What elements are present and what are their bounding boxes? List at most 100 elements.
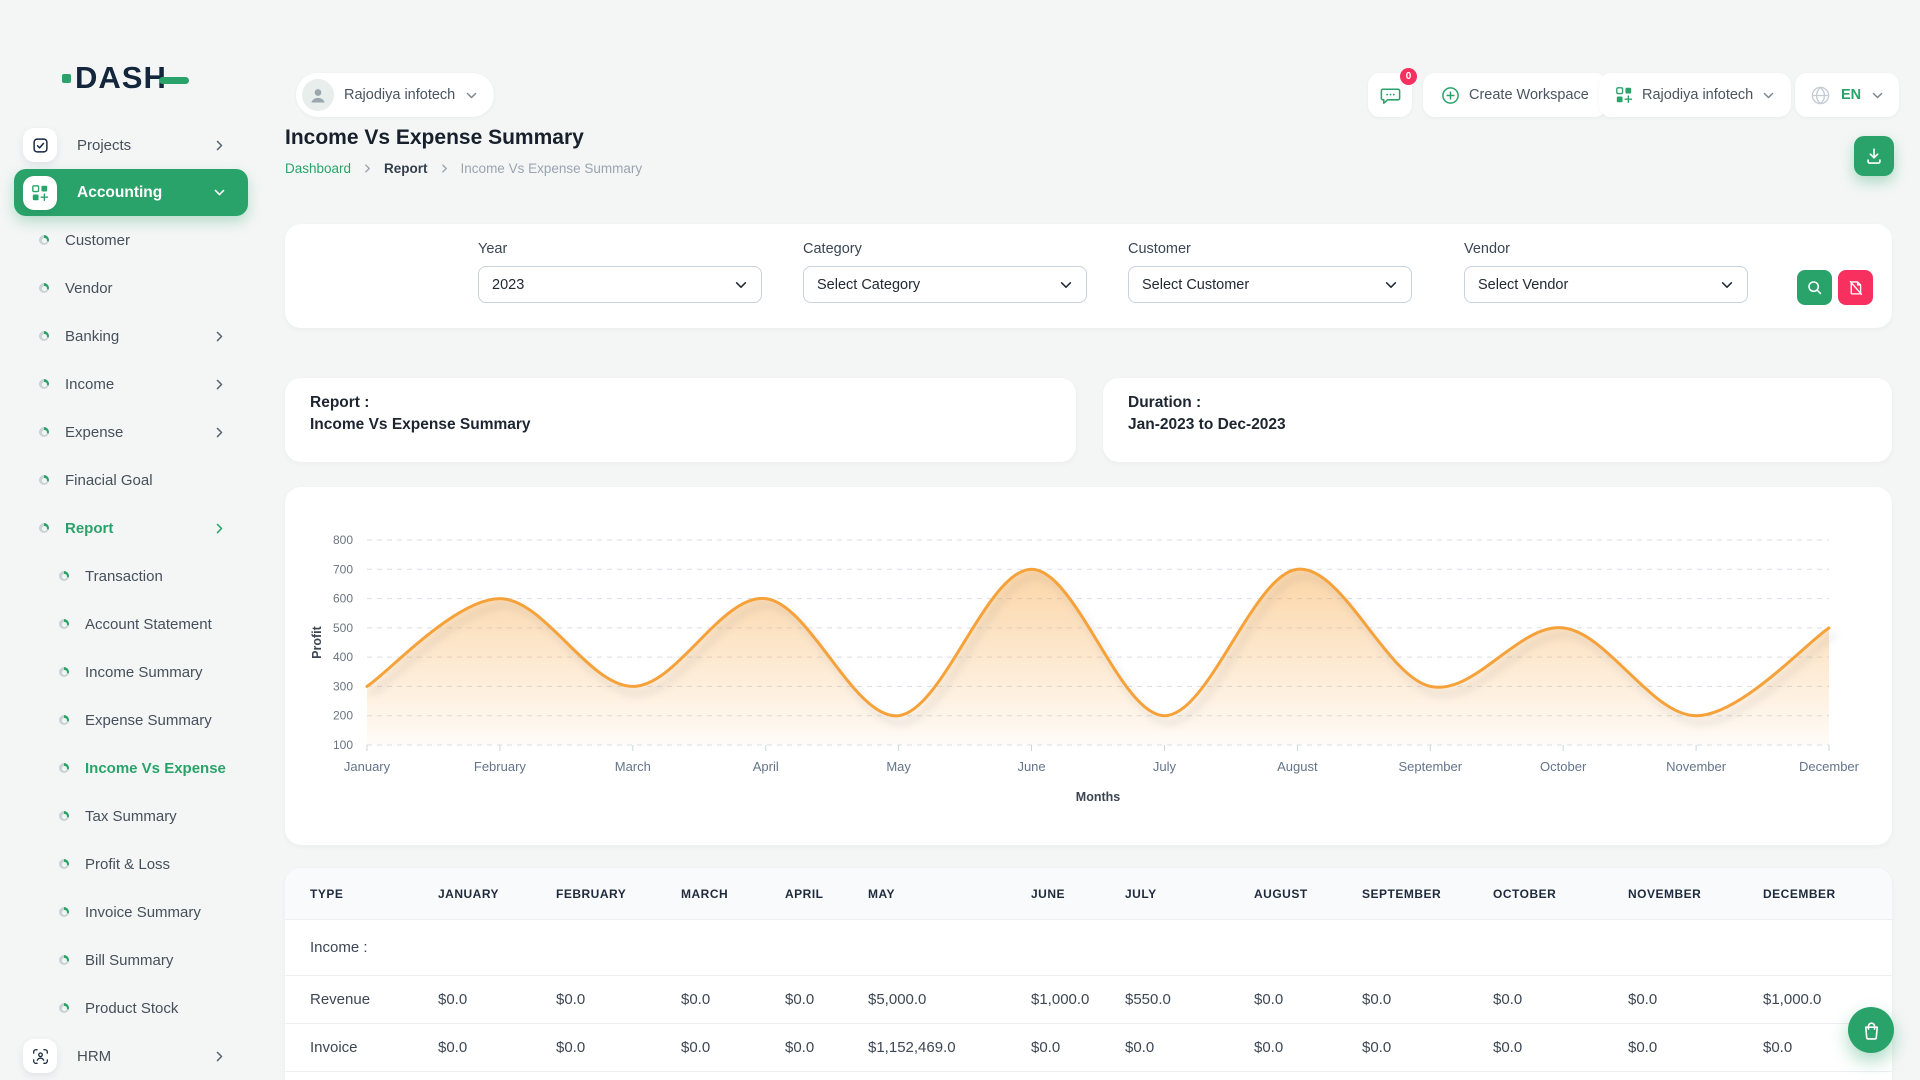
sidebar-item-hrm[interactable]: HRM xyxy=(0,1032,262,1080)
sidebar-item-account-statement[interactable]: Account Statement xyxy=(0,600,262,648)
company-name: Rajodiya infotech xyxy=(1642,87,1753,103)
sidebar-item-label: Finacial Goal xyxy=(65,472,153,489)
svg-text:700: 700 xyxy=(333,562,353,576)
svg-text:600: 600 xyxy=(333,592,353,606)
logo-dot-icon xyxy=(62,74,71,83)
table-cell xyxy=(1361,1072,1492,1080)
table-cell: $0.0 xyxy=(1253,976,1361,1024)
sidebar-item-label: Accounting xyxy=(77,184,162,202)
vendor-label: Vendor xyxy=(1464,241,1748,257)
sidebar-item-finacial-goal[interactable]: Finacial Goal xyxy=(0,456,262,504)
column-header: NOVEMBER xyxy=(1627,868,1762,920)
bullet-icon xyxy=(59,859,69,869)
sidebar-item-income[interactable]: Income xyxy=(0,360,262,408)
page-title: Income Vs Expense Summary xyxy=(285,126,584,150)
sidebar-item-product-stock[interactable]: Product Stock xyxy=(0,984,262,1032)
search-icon xyxy=(1806,279,1823,296)
sidebar-item-projects[interactable]: Projects xyxy=(0,121,262,169)
sidebar-item-tax-summary[interactable]: Tax Summary xyxy=(0,792,262,840)
bullet-icon xyxy=(39,475,49,485)
sidebar-item-label: Vendor xyxy=(65,280,113,297)
vendor-filter: Vendor Select Vendor xyxy=(1464,241,1748,303)
sidebar-item-report[interactable]: Report xyxy=(0,504,262,552)
year-value: 2023 xyxy=(492,277,524,293)
category-filter: Category Select Category xyxy=(803,241,1087,303)
workspace-selector[interactable]: Rajodiya infotech xyxy=(296,73,494,117)
year-select[interactable]: 2023 xyxy=(478,266,762,303)
duration-card-value: Jan-2023 to Dec-2023 xyxy=(1128,416,1286,434)
table-cell: $0.0 xyxy=(1492,976,1627,1024)
table-cell: $1,152,469.0 xyxy=(867,1024,1030,1072)
sidebar-item-vendor[interactable]: Vendor xyxy=(0,264,262,312)
bullet-icon xyxy=(59,955,69,965)
sidebar-item-profit-loss[interactable]: Profit & Loss xyxy=(0,840,262,888)
table-cell: $0.0 xyxy=(1627,976,1762,1024)
sidebar-item-income-summary[interactable]: Income Summary xyxy=(0,648,262,696)
sidebar-item-transaction[interactable]: Transaction xyxy=(0,552,262,600)
table-cell xyxy=(680,1072,784,1080)
table-cell xyxy=(1627,920,1762,976)
sidebar-item-expense-summary[interactable]: Expense Summary xyxy=(0,696,262,744)
svg-text:June: June xyxy=(1017,759,1045,774)
svg-text:300: 300 xyxy=(333,679,353,693)
filter-panel: Year 2023 Category Select Category Custo… xyxy=(285,224,1892,328)
svg-text:January: January xyxy=(344,759,391,774)
table-cell: $0.0 xyxy=(1361,1024,1492,1072)
sidebar-item-accounting[interactable]: Accounting xyxy=(14,169,248,216)
svg-text:Profit: Profit xyxy=(310,625,324,658)
sidebar-item-income-vs-expense[interactable]: Income Vs Expense xyxy=(0,744,262,792)
table-cell: $550.0 xyxy=(1124,976,1253,1024)
sidebar-item-label: Projects xyxy=(77,137,131,154)
clear-filter-icon xyxy=(1847,279,1864,296)
svg-text:February: February xyxy=(474,759,527,774)
breadcrumb-dashboard[interactable]: Dashboard xyxy=(285,161,351,176)
globe-icon xyxy=(1810,85,1831,106)
chevron-down-icon xyxy=(1871,89,1884,102)
bullet-icon xyxy=(59,907,69,917)
brand-logo[interactable]: DASH xyxy=(62,60,189,96)
reset-filter-button[interactable] xyxy=(1838,270,1873,305)
chevron-down-icon xyxy=(465,89,478,102)
sidebar-item-invoice-summary[interactable]: Invoice Summary xyxy=(0,888,262,936)
sidebar-item-label: Banking xyxy=(65,328,119,345)
table-cell: Invoice xyxy=(285,1024,437,1072)
table-cell: $0.0 xyxy=(437,1024,555,1072)
svg-text:November: November xyxy=(1666,759,1727,774)
company-selector[interactable]: Rajodiya infotech xyxy=(1599,73,1791,117)
bullet-icon xyxy=(39,427,49,437)
download-report-button[interactable] xyxy=(1854,136,1894,176)
svg-text:September: September xyxy=(1398,759,1462,774)
table-cell: Income : xyxy=(285,920,437,976)
sidebar-item-banking[interactable]: Banking xyxy=(0,312,262,360)
svg-text:500: 500 xyxy=(333,621,353,635)
table-section-row: Income : xyxy=(285,920,1892,976)
breadcrumb-report[interactable]: Report xyxy=(384,161,428,176)
messages-button[interactable]: 0 xyxy=(1368,73,1412,117)
sidebar-item-label: Report xyxy=(65,520,113,537)
table-cell xyxy=(1030,1072,1124,1080)
apply-filter-button[interactable] xyxy=(1797,270,1832,305)
breadcrumb: Dashboard Report Income Vs Expense Summa… xyxy=(285,161,642,176)
income-expense-chart: 100200300400500600700800JanuaryFebruaryM… xyxy=(307,515,1867,835)
sidebar-item-label: Expense xyxy=(65,424,123,441)
category-select[interactable]: Select Category xyxy=(803,266,1087,303)
customer-select[interactable]: Select Customer xyxy=(1128,266,1412,303)
column-header: MARCH xyxy=(680,868,784,920)
purchase-fab-button[interactable] xyxy=(1848,1007,1894,1053)
chevron-down-icon xyxy=(1059,278,1073,292)
column-header: TYPE xyxy=(285,868,437,920)
language-selector[interactable]: EN xyxy=(1795,73,1899,117)
table-cell: $0.0 xyxy=(1030,1024,1124,1072)
sidebar-item-expense[interactable]: Expense xyxy=(0,408,262,456)
vendor-select[interactable]: Select Vendor xyxy=(1464,266,1748,303)
create-workspace-button[interactable]: Create Workspace xyxy=(1423,73,1607,117)
table-cell: $0.0 xyxy=(784,976,867,1024)
sidebar-item-bill-summary[interactable]: Bill Summary xyxy=(0,936,262,984)
customer-label: Customer xyxy=(1128,241,1412,257)
sidebar-item-customer[interactable]: Customer xyxy=(0,216,262,264)
bullet-icon xyxy=(59,763,69,773)
column-header: JANUARY xyxy=(437,868,555,920)
column-header: JUNE xyxy=(1030,868,1124,920)
column-header: FEBRUARY xyxy=(555,868,680,920)
hrm-icon xyxy=(23,1039,57,1073)
